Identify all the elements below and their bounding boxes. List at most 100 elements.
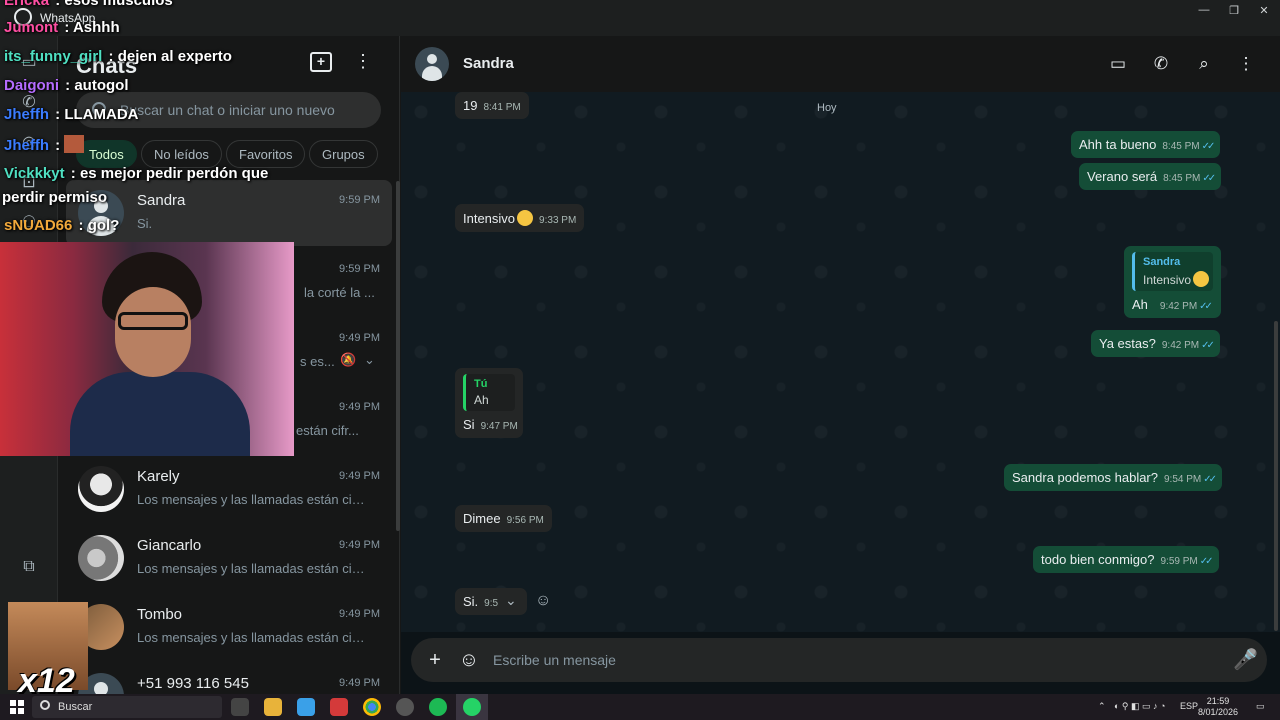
start-icon[interactable]	[10, 700, 24, 714]
task-view-icon[interactable]	[231, 698, 249, 716]
message-bubble[interactable]: Ya estas? 9:42 PM ✓✓	[1091, 330, 1220, 357]
clock-time: 21:59	[1206, 696, 1230, 706]
message-text: Si	[463, 417, 475, 432]
webcam-overlay	[0, 242, 294, 456]
chat-item-karely[interactable]: Karely 9:49 PM Los mensajes y las llamad…	[66, 456, 392, 522]
chevron-down-icon[interactable]: ⌄	[505, 592, 517, 609]
status-icon[interactable]: ◎	[18, 132, 40, 154]
message-bubble[interactable]: Ahh ta bueno 8:45 PM ✓✓	[1071, 131, 1221, 158]
thinking-emoji-icon	[1193, 271, 1210, 287]
chat-preview: Si.	[137, 216, 153, 231]
chat-list-scrollbar[interactable]	[396, 181, 400, 531]
message-text: Si.	[463, 594, 479, 609]
calls-icon[interactable]: ✆	[18, 92, 40, 114]
chat-preview: Los mensajes y las llamadas están cifr..…	[137, 630, 367, 645]
close-button[interactable]: ✕	[1250, 4, 1278, 20]
chat-preview: la corté la ...	[304, 285, 375, 300]
message-bubble[interactable]: todo bien conmigo? 9:59 PM ✓✓	[1033, 546, 1219, 573]
chat-preview: s es...	[300, 354, 335, 369]
read-ticks-icon: ✓✓	[1199, 301, 1213, 312]
chat-preview: Los mensajes y las llamadas están cifr..…	[137, 492, 367, 507]
message-time: 9:59 PM	[1160, 556, 1198, 567]
chrome-icon[interactable]	[363, 698, 381, 716]
emoji-react-icon[interactable]: ☺	[535, 592, 551, 610]
chat-name: Tombo	[137, 606, 183, 623]
menu-icon[interactable]: ⋮	[354, 50, 372, 74]
attach-plus-icon[interactable]: +	[423, 648, 447, 672]
new-chat-icon[interactable]: +	[310, 52, 332, 72]
message-bubble[interactable]: Si. 9:5 ⌄	[455, 588, 527, 615]
taskbar-search-input[interactable]: Buscar	[58, 701, 92, 713]
contact-name[interactable]: Sandra	[463, 55, 514, 72]
tray-icons[interactable]: ◐ ⚲ ◧ ▭ ♪ ◔	[1114, 701, 1165, 712]
chat-time: 9:49 PM	[339, 332, 380, 344]
quoted-message[interactable]: Sandra Intensivo	[1132, 252, 1213, 291]
message-text: Sandra podemos hablar?	[1012, 470, 1158, 485]
filter-groups[interactable]: Grupos	[309, 140, 378, 168]
chat-time: 9:59 PM	[339, 194, 380, 206]
window-title: WhatsApp	[40, 11, 96, 25]
chat-time: 9:59 PM	[339, 263, 380, 275]
search-icon	[92, 102, 106, 116]
chat-list-title: Chats	[76, 53, 138, 78]
app-icon[interactable]	[330, 698, 348, 716]
message-bubble[interactable]: Tú Ah Si 9:47 PM	[455, 368, 523, 438]
message-text: todo bien conmigo?	[1041, 552, 1155, 567]
chevron-down-icon[interactable]: ⌄	[364, 352, 375, 368]
filter-all[interactable]: Todos	[76, 140, 137, 168]
message-time: 9:56 PM	[506, 515, 544, 526]
communities-icon[interactable]: ⚇	[18, 212, 40, 234]
clock[interactable]: 21:59 8/01/2026	[1196, 696, 1240, 718]
message-time: 8:45 PM	[1162, 141, 1200, 152]
streamer-figure	[70, 252, 250, 456]
search-icon	[40, 700, 50, 710]
clock-date: 8/01/2026	[1197, 707, 1239, 717]
chat-name: Karely	[137, 468, 180, 485]
whatsapp-taskbar-icon[interactable]	[463, 698, 481, 716]
chats-icon[interactable]: ▭	[18, 52, 40, 74]
obs-icon[interactable]	[396, 698, 414, 716]
whatsapp-logo-icon	[14, 8, 32, 26]
app-icon[interactable]	[297, 698, 315, 716]
search-input[interactable]: Buscar un chat o iniciar uno nuevo	[120, 102, 335, 118]
message-bubble[interactable]: 19 8:41 PM	[455, 92, 529, 119]
message-bubble[interactable]: Sandra podemos hablar? 9:54 PM ✓✓	[1004, 464, 1223, 491]
chat-item-tombo[interactable]: Tombo 9:49 PM Los mensajes y las llamada…	[66, 594, 392, 660]
filter-unread[interactable]: No leídos	[141, 140, 222, 168]
chat-time: 9:49 PM	[339, 677, 380, 689]
message-text: Verano será	[1087, 169, 1158, 184]
channels-icon[interactable]: ⊡	[18, 172, 40, 194]
menu-icon[interactable]: ⋮	[1235, 53, 1257, 75]
chat-preview: están cifr...	[296, 423, 359, 438]
video-call-icon[interactable]: ▭	[1107, 53, 1129, 75]
contact-avatar[interactable]	[415, 47, 449, 81]
sticker-icon[interactable]: ☺	[457, 648, 481, 672]
maximize-button[interactable]: ❐	[1220, 4, 1248, 20]
muted-icon: 🔕	[340, 352, 357, 367]
file-explorer-icon[interactable]	[264, 698, 282, 716]
spotify-icon[interactable]	[429, 698, 447, 716]
message-bubble[interactable]: Sandra Intensivo Ah 9:42 PM ✓✓	[1124, 246, 1221, 318]
notification-icon[interactable]: ▭	[1256, 701, 1265, 712]
chat-item-giancarlo[interactable]: Giancarlo 9:49 PM Los mensajes y las lla…	[66, 525, 392, 591]
chat-item-phone[interactable]: +51 993 116 545 9:49 PM	[66, 663, 392, 694]
quoted-message[interactable]: Tú Ah	[463, 374, 515, 411]
microphone-icon[interactable]: 🎤	[1233, 648, 1258, 672]
voice-call-icon[interactable]: ✆	[1150, 53, 1172, 75]
search-icon[interactable]: ⌕	[1193, 53, 1215, 75]
chat-item-sandra[interactable]: Sandra 9:59 PM Si.	[66, 180, 392, 246]
message-bubble[interactable]: Verano será 8:45 PM ✓✓	[1079, 163, 1222, 190]
message-time: 9:54 PM	[1164, 474, 1202, 485]
message-input[interactable]: Escribe un mensaje	[493, 652, 616, 668]
minimize-button[interactable]: —	[1190, 4, 1218, 20]
message-bubble[interactable]: Dimee 9:56 PM	[455, 505, 552, 532]
search-box[interactable]: Buscar un chat o iniciar uno nuevo	[76, 92, 381, 128]
taskbar-search[interactable]: Buscar	[32, 696, 222, 718]
filter-favorites[interactable]: Favoritos	[226, 140, 306, 168]
ai-chat-icon[interactable]: ⧉	[18, 558, 40, 580]
conversation-scrollbar[interactable]	[1274, 321, 1278, 631]
chat-time: 9:49 PM	[339, 401, 380, 413]
message-bubble[interactable]: Intensivo 9:33 PM	[455, 204, 585, 232]
message-text: Intensivo	[463, 211, 516, 226]
tray-chevron-icon[interactable]: ⌃	[1098, 701, 1106, 712]
